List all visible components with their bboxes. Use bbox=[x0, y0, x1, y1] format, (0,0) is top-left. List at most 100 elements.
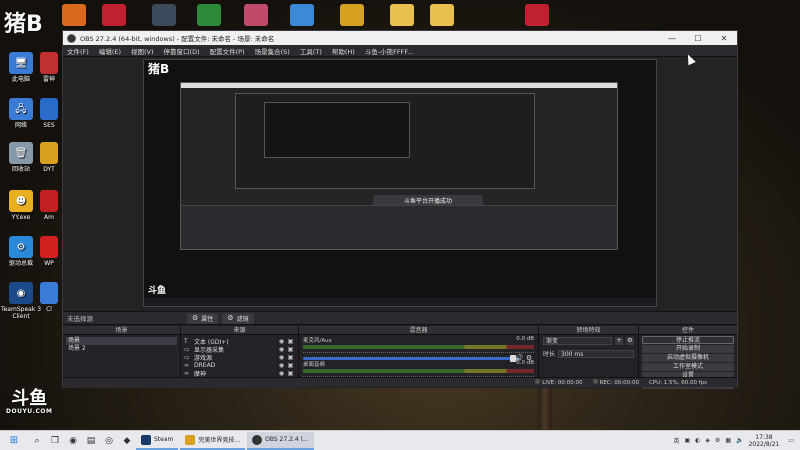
menu-file[interactable]: 文件(F) bbox=[67, 46, 89, 56]
duration-input[interactable]: 300 ms bbox=[558, 349, 634, 358]
source-name: DREAD bbox=[194, 361, 216, 369]
desktop-icon[interactable]: Am bbox=[36, 190, 62, 221]
tray-icon[interactable]: ▣ bbox=[684, 437, 690, 444]
menu-profile[interactable]: 配置文件(P) bbox=[210, 46, 245, 56]
desktop-app-icon bbox=[40, 190, 58, 212]
desktop-app-icon bbox=[40, 236, 58, 258]
desktop-icon-label: Cl bbox=[46, 306, 52, 313]
lock-icon[interactable]: ▣ bbox=[286, 370, 295, 377]
menu-edit[interactable]: 编辑(E) bbox=[99, 46, 121, 56]
menu-scene-collection[interactable]: 场景集合(S) bbox=[255, 46, 290, 56]
desktop-shortcut-icon[interactable] bbox=[197, 4, 221, 26]
desktop-shortcut-icon[interactable] bbox=[430, 4, 454, 26]
stop-streaming-button[interactable]: 停止推流 bbox=[642, 336, 734, 344]
desktop-shortcut-icon[interactable] bbox=[244, 4, 268, 26]
clock[interactable]: 17:38 2022/8/21 bbox=[749, 434, 780, 448]
desktop-app-icon bbox=[40, 52, 58, 74]
stream-preview[interactable]: 猪B 斗鱼平台开播成功 斗鱼 6102005 bbox=[143, 59, 657, 307]
desktop-shortcut-icon[interactable] bbox=[62, 4, 86, 26]
desktop-app-icon bbox=[40, 142, 58, 164]
eye-icon[interactable]: ◉ bbox=[277, 338, 286, 345]
desktop-icon[interactable]: DYT bbox=[36, 142, 62, 173]
search-icon[interactable]: ⌕ bbox=[28, 431, 46, 450]
taskbar-app-perfect-world[interactable]: 完美世界竞技... bbox=[180, 432, 246, 450]
menu-docks[interactable]: 停靠窗口(D) bbox=[164, 46, 200, 56]
desktop-shortcut-icon[interactable] bbox=[152, 4, 176, 26]
nested-obs-preview-2 bbox=[235, 93, 535, 189]
tray-icon[interactable]: ◈ bbox=[705, 437, 710, 444]
desktop-logo-text: 猪B bbox=[4, 12, 43, 37]
source-type-icon: T bbox=[184, 337, 188, 345]
eye-icon[interactable]: ◉ bbox=[277, 370, 286, 377]
taskbar-app-obs[interactable]: OBS 27.2.4 (... bbox=[247, 431, 314, 450]
source-list: T 文本 (GDI+) ◉ ▣ ▭ 显示器采集 ◉ ▣ ▭ 游戏源 ◉ ▣ ∞ DREAD ◉ ▣ ∞ 摩神 ◉ ▣ bbox=[181, 335, 298, 378]
source-item[interactable]: ▭ 游戏源 ◉ ▣ bbox=[181, 353, 298, 362]
obs-window[interactable]: OBS 27.2.4 (64-bit, windows) - 配置文件: 未命名… bbox=[62, 30, 738, 389]
desktop-app-icon: ◉ bbox=[9, 282, 33, 304]
volume-icon[interactable]: 🔈 bbox=[736, 437, 743, 444]
douyu-watermark-url: DOUYU.COM bbox=[6, 408, 53, 415]
filter-icon: ⚙ bbox=[227, 314, 234, 322]
task-view-icon[interactable]: ❐ bbox=[46, 431, 64, 450]
maximize-button[interactable]: ☐ bbox=[685, 34, 711, 43]
sources-header: 来源 bbox=[181, 326, 298, 335]
eye-icon[interactable]: ◉ bbox=[277, 362, 286, 369]
properties-button[interactable]: ⚙ 属性 bbox=[187, 312, 219, 324]
mixer-header: 混音器 bbox=[299, 326, 538, 335]
lock-icon[interactable]: ▣ bbox=[286, 346, 295, 353]
lock-icon[interactable]: ▣ bbox=[286, 354, 295, 361]
ime-indicator[interactable]: 英 bbox=[673, 436, 679, 445]
network-icon[interactable]: ▦ bbox=[725, 437, 731, 444]
system-tray: 英 ▣ ◐ ◈ ⚙ ▦ 🔈 17:38 2022/8/21 ▭ bbox=[673, 434, 800, 448]
tray-icon[interactable]: ⚙ bbox=[715, 437, 720, 444]
clock-time: 17:38 bbox=[755, 433, 773, 441]
desktop-shortcut-icon[interactable] bbox=[340, 4, 364, 26]
edge-icon[interactable]: ◉ bbox=[64, 431, 82, 450]
menu-help[interactable]: 帮助(H) bbox=[332, 46, 355, 56]
notification-icon[interactable]: ▭ bbox=[788, 437, 794, 444]
close-button[interactable]: ✕ bbox=[711, 34, 737, 43]
desktop-icon[interactable]: SES bbox=[36, 98, 62, 129]
desktop-shortcut-icon[interactable] bbox=[390, 4, 414, 26]
menu-tools[interactable]: 工具(T) bbox=[300, 46, 322, 56]
scene-item[interactable]: 场景 2 bbox=[66, 345, 177, 353]
live-status: LIVE: 00:00:00 bbox=[535, 379, 583, 386]
steam-icon bbox=[141, 434, 151, 445]
minimize-button[interactable]: — bbox=[659, 34, 685, 43]
desktop-icon-label: 雷神 bbox=[42, 76, 55, 83]
file-explorer-icon[interactable]: ▤ bbox=[82, 431, 100, 450]
studio-mode-button[interactable]: 工作室模式 bbox=[642, 363, 734, 371]
cpu-status: CPU: 1.5%, 60.00 fps bbox=[648, 379, 707, 386]
windows-start-icon[interactable]: ⊞ bbox=[0, 431, 28, 450]
menu-douyu-plugin[interactable]: 斗鱼-小熊FFFF... bbox=[365, 46, 413, 56]
source-name: 游戏源 bbox=[194, 354, 213, 362]
obs-titlebar[interactable]: OBS 27.2.4 (64-bit, windows) - 配置文件: 未命名… bbox=[63, 31, 737, 45]
desktop-shortcut-icon[interactable] bbox=[525, 4, 549, 26]
eye-icon[interactable]: ◉ bbox=[277, 354, 286, 361]
nested-obs-preview: 斗鱼平台开播成功 bbox=[180, 82, 618, 250]
menu-view[interactable]: 视图(V) bbox=[131, 46, 154, 56]
desktop-icon[interactable]: WP bbox=[36, 236, 62, 267]
source-item[interactable]: ∞ 摩神 ◉ ▣ bbox=[181, 369, 298, 378]
desktop-shortcut-icon[interactable] bbox=[102, 4, 126, 26]
obs-icon bbox=[252, 434, 263, 445]
eye-icon[interactable]: ◉ bbox=[277, 346, 286, 353]
desktop-icon[interactable]: 雷神 bbox=[36, 52, 62, 83]
lock-icon[interactable]: ▣ bbox=[286, 338, 295, 345]
transitions-header: 转场特效 bbox=[539, 326, 638, 335]
live-indicator-icon bbox=[535, 379, 541, 384]
start-recording-button[interactable]: 开始录制 bbox=[642, 345, 734, 353]
gear-icon[interactable]: ⚙ bbox=[626, 337, 634, 345]
desktop-shortcut-icon[interactable] bbox=[290, 4, 314, 26]
taskbar-app-steam[interactable]: Steam bbox=[136, 432, 179, 450]
filters-button[interactable]: ⚙ 滤镜 bbox=[222, 312, 254, 324]
start-virtual-camera-button[interactable]: 启动虚拟摄像机 bbox=[642, 354, 734, 362]
tray-icon[interactable]: ◐ bbox=[695, 437, 700, 444]
lock-icon[interactable]: ▣ bbox=[286, 362, 295, 369]
add-transition-button[interactable]: + bbox=[615, 337, 623, 345]
app-icon[interactable]: ◆ bbox=[118, 431, 136, 450]
desktop-icon[interactable]: Cl bbox=[36, 282, 62, 313]
transition-type-select[interactable]: 渐变 bbox=[543, 337, 612, 345]
chrome-icon[interactable]: ◎ bbox=[100, 431, 118, 450]
scene-item[interactable]: 场景 bbox=[66, 337, 177, 345]
